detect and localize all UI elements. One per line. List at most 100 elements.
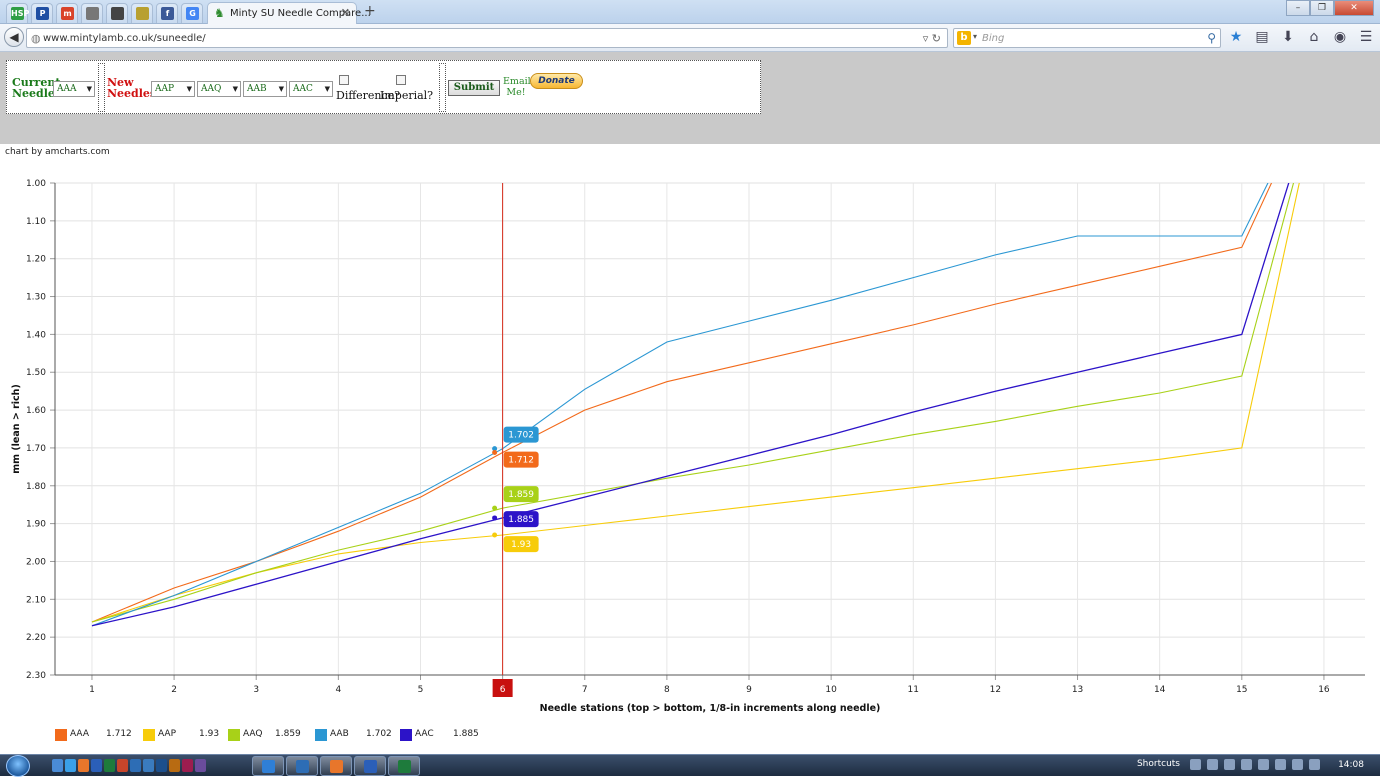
series-line-aac[interactable] (91, 160, 1324, 627)
search-input[interactable]: Bing (982, 33, 1004, 44)
pinned-tab-favicon-icon: G (186, 7, 199, 20)
series-line-aab[interactable] (91, 160, 1324, 627)
url-text[interactable]: www.mintylamb.co.uk/suneedle/ (43, 33, 206, 44)
pinned-tab[interactable]: f (156, 3, 178, 23)
imperial-label: Imperial? (380, 89, 434, 102)
window-close-icon[interactable]: ✕ (1334, 0, 1374, 16)
volume-icon[interactable] (1275, 759, 1286, 770)
tab-active[interactable]: ♞ Minty SU Needle Compare... ✕ (207, 2, 371, 24)
legend-swatch (228, 729, 240, 741)
maximize-icon[interactable]: ❐ (1310, 0, 1334, 16)
start-button[interactable] (6, 755, 30, 777)
new-tab-icon[interactable]: + (364, 3, 376, 19)
tab-close-icon[interactable]: ✕ (341, 6, 350, 19)
engine-dropdown-icon[interactable]: ▾ (973, 32, 977, 41)
bookmarks-list-icon[interactable]: ▤ (1254, 29, 1270, 45)
publisher-icon[interactable] (143, 759, 154, 772)
chat-icon[interactable]: ◉ (1332, 29, 1348, 45)
pinned-tab[interactable]: P (31, 3, 53, 23)
current-needle-value: AAA (57, 84, 77, 94)
needle-comparison-chart[interactable]: 1.00 1.10 1.20 1.30 1.40 1.50 1.60 1.70 1.80 1.90… (0, 160, 1380, 720)
taskbar-app-firefox[interactable] (320, 756, 352, 776)
reload-icon[interactable]: ▿ ↻ (923, 32, 941, 45)
downloads-icon[interactable]: ⬇ (1280, 29, 1296, 45)
photoshop-icon[interactable] (156, 759, 167, 772)
home-icon[interactable]: ⌂ (1306, 29, 1322, 45)
menu-icon[interactable]: ☰ (1358, 29, 1374, 45)
new-needle-select-2[interactable]: AAQ ▼ (197, 81, 241, 97)
cursor-point-aap (492, 532, 498, 538)
email-me-link[interactable]: Email Me! (503, 76, 531, 98)
tray-icon[interactable] (1241, 759, 1252, 770)
tray-icon[interactable] (1258, 759, 1269, 770)
outlook-icon[interactable] (130, 759, 141, 772)
difference-checkbox[interactable] (339, 75, 349, 85)
value-balloon-label: 1.712 (508, 456, 534, 466)
bookmark-star-icon[interactable]: ★ (1228, 29, 1244, 45)
firefox-icon[interactable] (78, 759, 89, 772)
current-needle-select[interactable]: AAA ▼ (53, 81, 95, 97)
word-icon[interactable] (91, 759, 102, 772)
x-tick-label: 2 (171, 685, 177, 695)
taskbar-app-edge[interactable] (252, 756, 284, 776)
y-tick-label: 2.30 (26, 671, 46, 681)
taskbar-app-excel[interactable] (388, 756, 420, 776)
system-tray: Shortcuts (1137, 759, 1320, 770)
y-tick-label: 1.70 (26, 444, 46, 454)
tray-icon[interactable] (1224, 759, 1235, 770)
pinned-tab[interactable]: HSP (6, 3, 29, 23)
y-tick-label: 1.50 (26, 368, 46, 378)
desktop-icon[interactable] (52, 759, 63, 772)
new-needle-select-3[interactable]: AAB ▼ (243, 81, 287, 97)
new-needle-value: AAB (247, 84, 267, 94)
cursor-point-aac (492, 515, 498, 521)
minimize-icon[interactable]: – (1286, 0, 1310, 16)
shortcuts-toolbar[interactable]: Shortcuts (1137, 759, 1180, 770)
pinned-tab[interactable] (106, 3, 128, 23)
network-icon[interactable] (1292, 759, 1303, 770)
bing-engine-icon[interactable]: b (957, 31, 971, 45)
new-needle-select-1[interactable]: AAP ▼ (151, 81, 195, 97)
tray-icon[interactable] (1207, 759, 1218, 770)
imperial-checkbox[interactable] (396, 75, 406, 85)
cursor-x-label: 6 (500, 685, 506, 695)
y-tick-label: 2.20 (26, 633, 46, 643)
value-balloon-label: 1.859 (508, 490, 534, 500)
indesign-icon[interactable] (182, 759, 193, 772)
ie-icon[interactable] (65, 759, 76, 772)
taskbar-app-outlook[interactable] (286, 756, 318, 776)
x-tick-label: 3 (253, 685, 259, 695)
pinned-tab[interactable] (131, 3, 153, 23)
needle-select-form: Current Needle: AAA ▼ New Needles: AAP ▼… (6, 60, 761, 114)
powerpoint-icon[interactable] (117, 759, 128, 772)
excel-icon[interactable] (104, 759, 115, 772)
pinned-tab[interactable]: G (181, 3, 203, 23)
legend-value: 1.885 (453, 729, 479, 739)
legend-name: AAB (330, 729, 349, 739)
pinned-tab-favicon-icon (111, 7, 124, 20)
legend-name: AAQ (243, 729, 263, 739)
y-axis-title: mm (lean > rich) (11, 384, 22, 474)
search-bar[interactable]: b ▾ Bing ⚲ (953, 28, 1221, 48)
illustrator-icon[interactable] (169, 759, 180, 772)
x-tick-label: 7 (582, 685, 588, 695)
clock[interactable]: 14:08 (1338, 760, 1364, 770)
new-needle-value: AAQ (201, 84, 222, 94)
y-tick-label: 1.80 (26, 482, 46, 492)
back-arrow-icon[interactable]: ◀ (4, 27, 24, 47)
email-label-line2: Me! (506, 87, 526, 98)
tray-icon[interactable] (1190, 759, 1201, 770)
pinned-tab[interactable] (81, 3, 103, 23)
address-bar[interactable]: ◍ www.mintylamb.co.uk/suneedle/ ▿ ↻ (26, 28, 948, 48)
search-icon[interactable]: ⚲ (1207, 31, 1216, 45)
new-needle-select-4[interactable]: AAC ▼ (289, 81, 333, 97)
pinned-tab-favicon-icon: P (36, 7, 49, 20)
chart-credit-link[interactable]: chart by amcharts.com (5, 147, 110, 157)
donate-button[interactable]: Donate (530, 73, 583, 89)
new-needle-value: AAP (155, 84, 175, 94)
taskbar-app-word[interactable] (354, 756, 386, 776)
onenote-icon[interactable] (195, 759, 206, 772)
flag-icon[interactable] (1309, 759, 1320, 770)
submit-button[interactable]: Submit (448, 80, 500, 96)
pinned-tab[interactable]: m (56, 3, 78, 23)
